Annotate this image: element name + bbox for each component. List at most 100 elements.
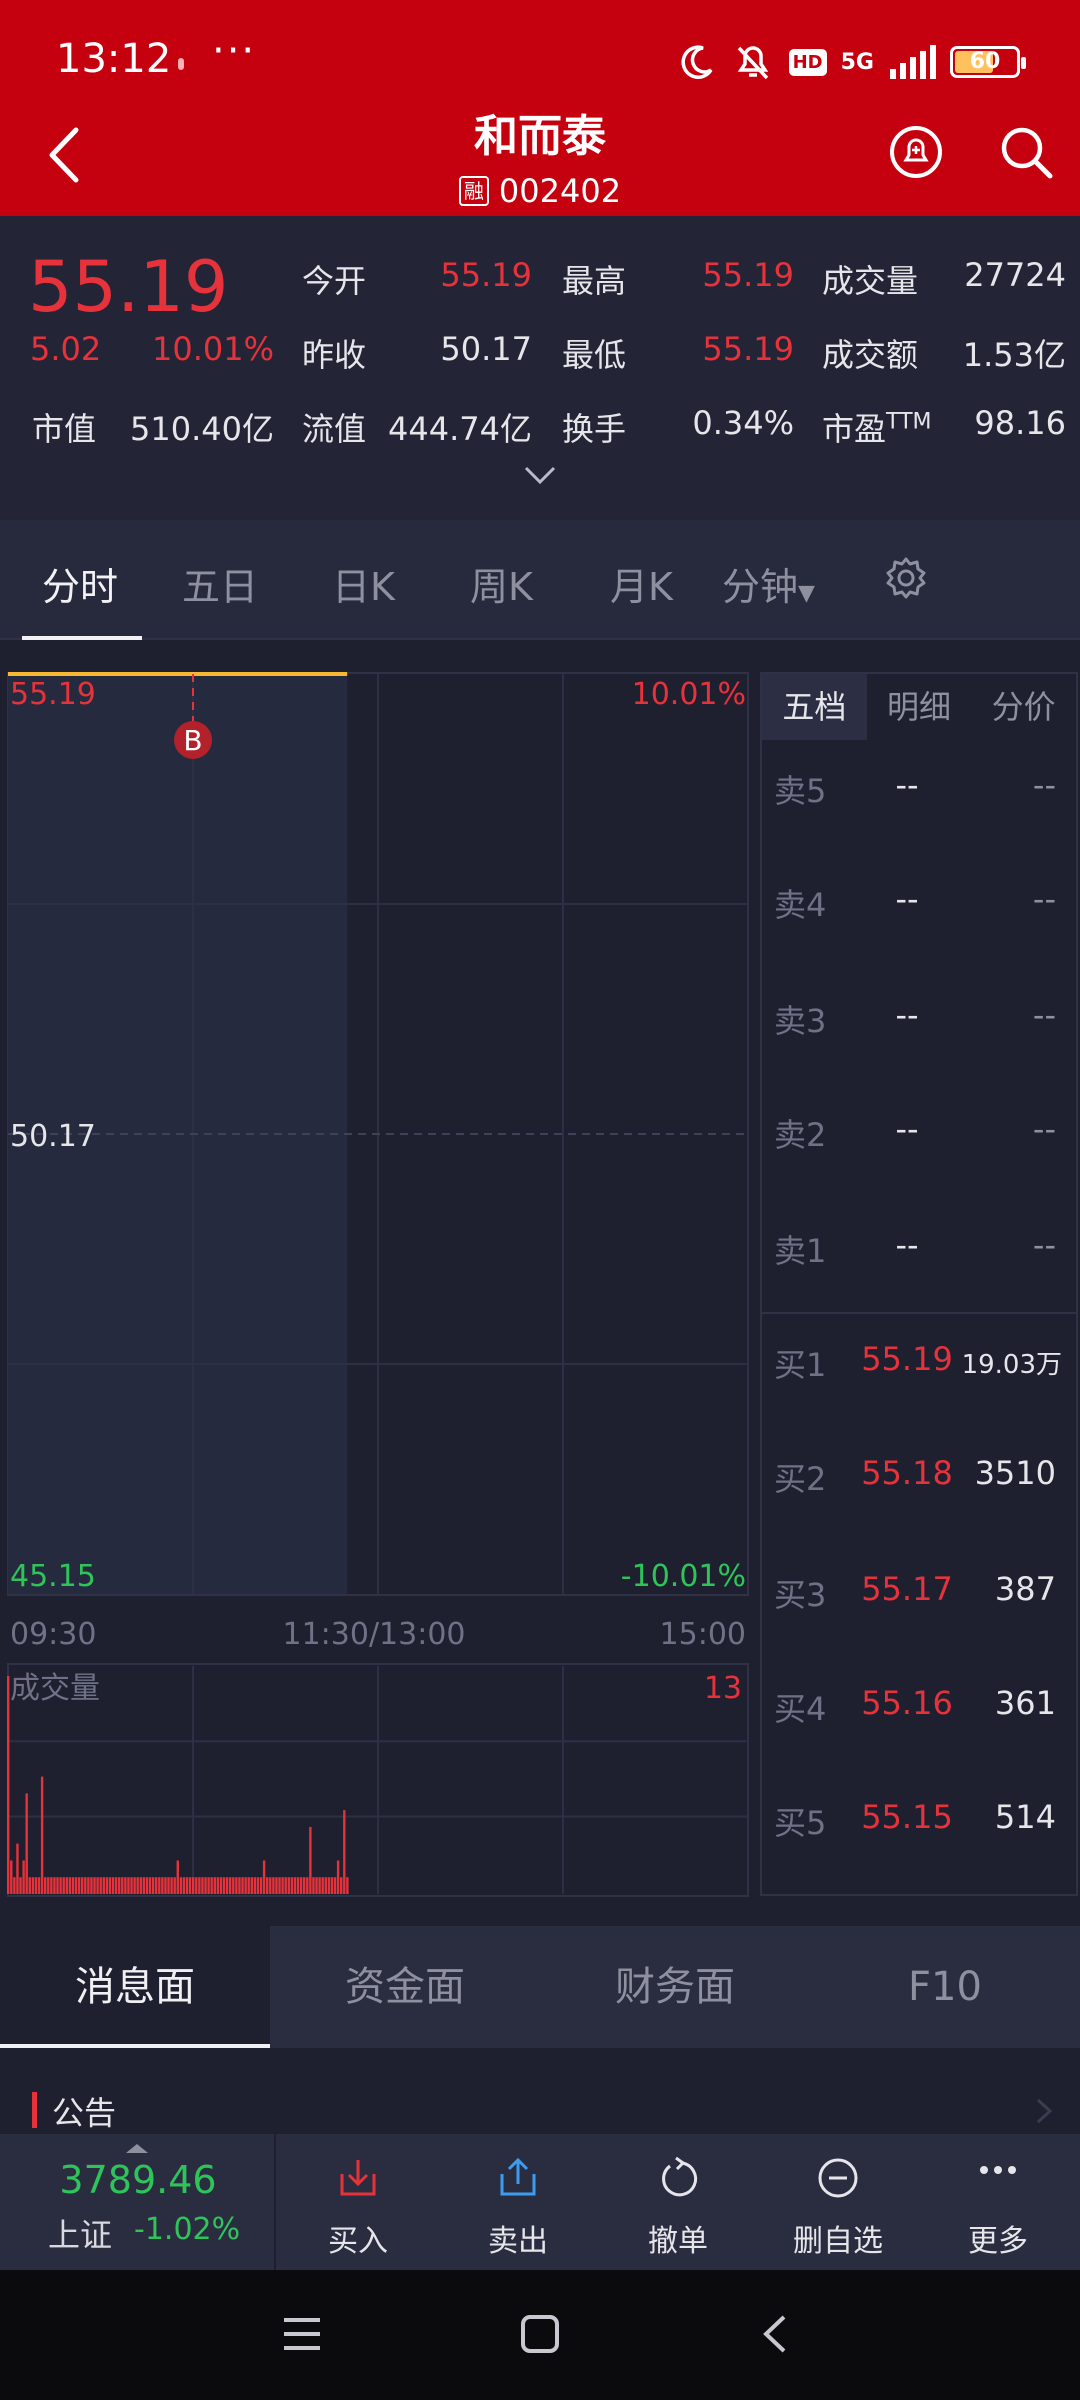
pe-ttm-sup: TTM [886,409,932,435]
tab-detail[interactable]: 明细 [867,674,972,740]
more-dots-icon [980,2166,1016,2174]
more-button[interactable]: 更多 [918,2134,1078,2270]
volume-bar [7,1676,10,1894]
high-value: 55.19 [702,256,794,294]
cancel-order-button[interactable]: 撤单 [598,2134,758,2270]
time-label-close: 15:00 [660,1617,746,1652]
volume-bar [136,1877,139,1894]
chart-settings-gear-icon[interactable] [884,556,928,600]
volume-bar [287,1877,290,1894]
axis-bottom-pct: -10.01% [621,1559,746,1594]
volume-bar [65,1877,68,1894]
timeshare-chart[interactable]: B 55.19 10.01% 50.17 45.15 -10.01% 09:30… [0,640,760,1900]
tab-minute-label: 分钟 [722,565,799,609]
tab-news[interactable]: 消息面 [0,1926,270,2048]
volume-bar [192,1877,195,1894]
remove-watchlist-button[interactable]: 删自选 [758,2134,918,2270]
back-nav-icon[interactable] [760,2314,790,2354]
volume-bar [327,1877,331,1894]
bid-row: 买3 55.17 387 [762,1560,1076,1620]
volume-bar [182,1877,186,1894]
tab-capital[interactable]: 资金面 [270,1926,540,2048]
system-nav-bar [0,2270,1080,2400]
buy-icon [340,2160,376,2196]
price-alert-icon[interactable] [886,122,946,182]
tab-five-levels[interactable]: 五档 [762,674,867,740]
ask-label: 卖4 [774,886,827,924]
pe-value: 98.16 [974,404,1066,442]
tab-timeshare[interactable]: 分时 [42,556,118,611]
tab-f10[interactable]: F10 [810,1926,1080,2048]
volume-label: 成交量 [822,262,919,300]
sell-button[interactable]: 卖出 [438,2134,598,2270]
stock-code: 002402 [498,172,622,210]
announcement-title: 公告 [52,2094,117,2132]
volume-bar [93,1877,96,1894]
volume-bar [216,1877,220,1894]
volume-bar [81,1877,84,1894]
trade-toolbar: 3789.46 上证 -1.02% 买入 卖出 撤单 删自选 更多 [0,2134,1080,2270]
volume-bar [31,1877,35,1894]
volume-bar [90,1877,93,1894]
ask-row: 卖4 -- -- [762,870,1076,930]
volume-bar [158,1877,161,1894]
tab-price-distribution[interactable]: 分价 [971,674,1076,740]
volume-bar [290,1877,294,1894]
float-value: 444.74亿 [388,410,532,448]
tab-day-k[interactable]: 日K [332,556,395,611]
minus-circle-icon [818,2158,858,2198]
volume-bar [201,1877,204,1894]
volume-bar [108,1877,112,1894]
index-value: 3789.46 [59,2158,217,2202]
volume-bar [346,1877,349,1894]
buy-button[interactable]: 买入 [278,2134,438,2270]
index-ticker[interactable]: 3789.46 上证 -1.02% [0,2134,276,2270]
volume-bar [278,1877,281,1894]
bid-price: 55.15 [861,1798,953,1836]
ask-row: 卖1 -- -- [762,1216,1076,1276]
index-name: 上证 [48,2216,113,2254]
bid-row: 买5 55.15 514 [762,1788,1076,1848]
tab-week-k[interactable]: 周K [470,556,533,611]
ask-row: 卖2 -- -- [762,1100,1076,1160]
volume-bar [225,1877,229,1894]
volume-bar [229,1877,232,1894]
volume-bar [266,1877,269,1894]
chart-period-tabs: 分时 五日 日K 周K 月K 分钟▼ [0,520,1080,640]
stock-code-row: 融 002402 [300,172,780,210]
notification-more-icon: ··· [212,28,257,74]
low-label: 最低 [562,336,627,374]
volume-bar [244,1877,247,1894]
bid-label: 买2 [774,1460,827,1498]
time-label-noon: 11:30/13:00 [282,1617,465,1652]
order-book: 五档 明细 分价 卖5 -- -- 卖4 -- -- 卖3 -- -- 卖2 -- -- 卖1 -… [760,672,1078,1896]
expand-chevron-icon[interactable] [522,460,558,490]
last-price: 55.19 [28,246,229,328]
volume-bar [306,1877,309,1894]
amount-label: 成交额 [822,336,919,374]
volume-bar [293,1877,297,1894]
tab-five-day[interactable]: 五日 [182,556,258,611]
tab-minute[interactable]: 分钟▼ [722,556,815,611]
clock: 13:12 [56,36,172,82]
chart-area: B 55.19 10.01% 50.17 45.15 -10.01% 09:30… [0,640,1080,1900]
prev-close-value: 50.17 [440,330,532,368]
home-square-icon[interactable] [520,2314,560,2354]
volume-bar [142,1877,146,1894]
announcement-row[interactable]: 公告 [0,2048,1080,2134]
volume-bar [161,1877,164,1894]
tab-month-k[interactable]: 月K [610,556,673,611]
turnover-label: 换手 [562,410,627,448]
open-value: 55.19 [440,256,532,294]
pe-label-text: 市盈 [822,410,887,448]
search-icon[interactable] [996,122,1056,182]
buy-label: 买入 [328,2224,388,2259]
battery-icon: 60 [950,46,1026,78]
volume-bar [105,1877,109,1894]
volume-bar [256,1877,260,1894]
order-book-tabs: 五档 明细 分价 [762,674,1076,740]
tab-financials[interactable]: 财务面 [540,1926,810,2048]
chevron-right-icon [1036,2098,1053,2124]
back-arrow-icon[interactable] [30,120,100,190]
menu-icon[interactable] [282,2314,322,2354]
